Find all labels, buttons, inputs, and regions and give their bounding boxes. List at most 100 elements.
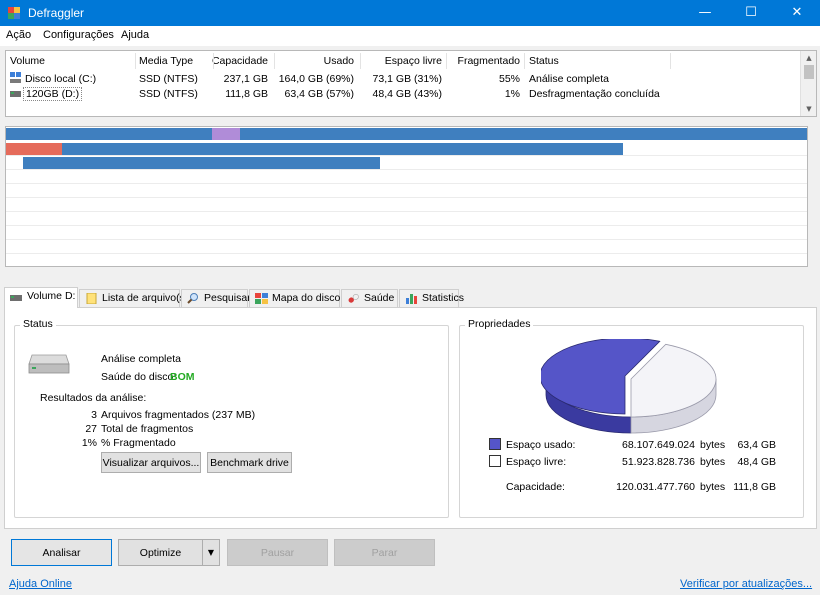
column-header-free[interactable]: Espaço livre xyxy=(360,55,442,67)
maximize-button[interactable]: ☐ xyxy=(728,0,774,26)
optimize-dropdown-arrow-icon[interactable]: ▼ xyxy=(202,539,220,566)
free-space-swatch xyxy=(489,455,501,467)
drive-d-fragmented: 1% xyxy=(504,88,520,100)
tab-search[interactable]: Pesquisar xyxy=(181,289,251,307)
tab-file-list[interactable]: Lista de arquivo(s) xyxy=(79,289,188,307)
disk-map xyxy=(5,126,808,267)
column-divider[interactable] xyxy=(135,53,136,69)
minimize-button[interactable]: — xyxy=(682,0,728,26)
scroll-down-arrow-icon[interactable]: ▼ xyxy=(801,103,817,115)
drive-icon xyxy=(10,91,21,97)
drive-c-status: Análise completa xyxy=(529,73,609,85)
result-total-fragments-label: Total de fragmentos xyxy=(101,423,194,435)
column-divider[interactable] xyxy=(524,53,525,69)
capacity-gb: 111,8 GB xyxy=(733,481,776,493)
used-space-unit: bytes xyxy=(700,439,726,451)
result-fragmented-percent-label: % Fragmentado xyxy=(101,437,176,449)
free-space-unit: bytes xyxy=(700,456,726,468)
drive-list-scrollbar[interactable]: ▲ ▼ xyxy=(800,51,816,116)
result-total-fragments-count: 27 xyxy=(85,423,97,435)
column-header-media-type[interactable]: Media Type xyxy=(139,55,193,67)
menu-bar: Ação Configurações Ajuda xyxy=(0,26,820,46)
drive-c-free: 73,1 GB (31%) xyxy=(372,73,442,85)
drive-c-volume[interactable]: Disco local (C:) xyxy=(25,73,96,85)
drive-d-used: 63,4 GB (57%) xyxy=(284,88,354,100)
used-space-bytes: 68.107.649.024 xyxy=(622,439,695,451)
used-space-swatch xyxy=(489,438,501,450)
map-gridline xyxy=(6,239,807,240)
stop-button[interactable]: Parar xyxy=(334,539,435,566)
column-divider[interactable] xyxy=(213,53,214,69)
map-gridline xyxy=(6,253,807,254)
benchmark-drive-button[interactable]: Benchmark drive xyxy=(207,452,292,473)
tab-statistics[interactable]: Statistics xyxy=(399,289,464,307)
pause-button[interactable]: Pausar xyxy=(227,539,328,566)
tab-search-label: Pesquisar xyxy=(204,292,251,304)
optimize-button[interactable]: Optimize xyxy=(118,539,203,566)
disk-health-value: BOM xyxy=(170,371,195,383)
column-divider[interactable] xyxy=(360,53,361,69)
window-title: Defraggler xyxy=(28,6,85,20)
local-disk-icon xyxy=(10,72,21,83)
result-fragmented-files-count: 3 xyxy=(91,409,97,421)
drive-list[interactable]: Volume Media Type Capacidade Usado Espaç… xyxy=(5,50,817,117)
check-updates-link[interactable]: Verificar por atualizações... xyxy=(680,578,812,590)
map-used-block xyxy=(62,143,623,155)
drive-icon xyxy=(10,295,22,301)
status-group-title: Status xyxy=(20,318,56,330)
column-divider[interactable] xyxy=(670,53,671,69)
drive-d-media: SSD (NTFS) xyxy=(139,88,198,100)
analyze-button[interactable]: Analisar xyxy=(11,539,112,566)
disk-health-label: Saúde do disco: xyxy=(101,371,177,383)
column-header-used[interactable]: Usado xyxy=(276,55,354,67)
analysis-state-text: Análise completa xyxy=(101,353,181,365)
analysis-results-label: Resultados da análise: xyxy=(40,392,147,404)
drive-c-fragmented: 55% xyxy=(498,73,520,85)
scrollbar-thumb[interactable] xyxy=(804,65,814,79)
title-bar: Defraggler — ☐ ✕ xyxy=(0,0,820,26)
statistics-chart-icon xyxy=(406,294,417,304)
map-gridline xyxy=(6,183,807,184)
tab-volume[interactable]: Volume D: xyxy=(4,287,78,308)
close-button[interactable]: ✕ xyxy=(774,0,820,26)
column-header-status[interactable]: Status xyxy=(529,55,559,67)
drive-d-capacity: 111,8 GB xyxy=(225,88,268,100)
map-gridline xyxy=(6,211,807,212)
free-space-bytes: 51.923.828.736 xyxy=(622,456,695,468)
column-divider[interactable] xyxy=(274,53,275,69)
map-highlight-block xyxy=(212,128,240,140)
capacity-unit: bytes xyxy=(700,481,726,493)
menu-ajuda[interactable]: Ajuda xyxy=(121,29,149,41)
drive-d-volume[interactable]: 120GB (D:) xyxy=(23,87,83,101)
column-divider[interactable] xyxy=(446,53,447,69)
drive-c-capacity: 237,1 GB xyxy=(223,73,268,85)
properties-group-title: Propriedades xyxy=(465,318,534,330)
map-fragmented-block xyxy=(6,143,62,155)
used-space-label: Espaço usado: xyxy=(506,439,576,451)
view-files-button[interactable]: Visualizar arquivos... xyxy=(101,452,201,473)
result-fragmented-files-label: Arquivos fragmentados (237 MB) xyxy=(101,409,256,421)
result-fragmented-percent-value: 1% xyxy=(81,437,97,449)
map-used-block xyxy=(6,128,807,140)
drive-c-used: 164,0 GB (69%) xyxy=(278,73,354,85)
drive-d-free: 48,4 GB (43%) xyxy=(372,88,442,100)
menu-acao[interactable]: Ação xyxy=(6,29,31,41)
drive-d-status: Desfragmentação concluída xyxy=(529,88,660,100)
column-header-fragmented[interactable]: Fragmentado xyxy=(446,55,520,67)
online-help-link[interactable]: Ajuda Online xyxy=(9,578,72,590)
column-header-volume[interactable]: Volume xyxy=(10,55,45,67)
menu-configuracoes[interactable]: Configurações xyxy=(43,29,114,41)
status-group: Status Análise completa Saúde do disco: … xyxy=(14,318,449,518)
tab-health[interactable]: Saúde xyxy=(341,289,398,307)
used-space-gb: 63,4 GB xyxy=(737,439,776,451)
map-gridline xyxy=(6,197,807,198)
tab-disk-map-label: Mapa do disco xyxy=(272,292,341,304)
scroll-up-arrow-icon[interactable]: ▲ xyxy=(801,52,817,64)
disk-map-icon xyxy=(255,293,268,304)
drive-c-media: SSD (NTFS) xyxy=(139,73,198,85)
map-gridline xyxy=(6,225,807,226)
map-gridline xyxy=(6,155,807,156)
column-header-capacity[interactable]: Capacidade xyxy=(202,55,268,67)
free-space-label: Espaço livre: xyxy=(506,456,567,468)
tab-disk-map[interactable]: Mapa do disco xyxy=(249,289,340,307)
